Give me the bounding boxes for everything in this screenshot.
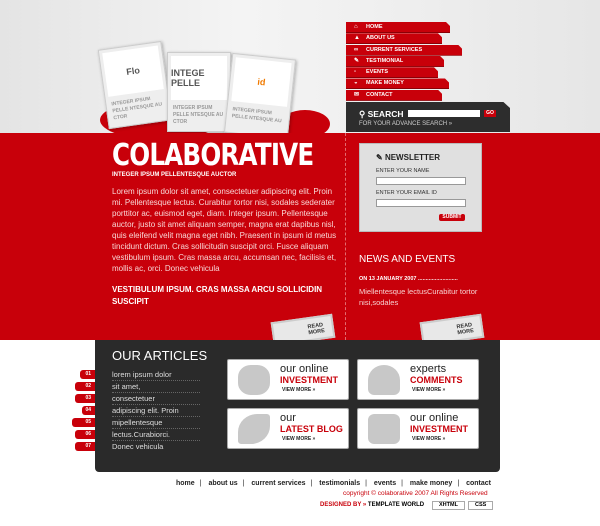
article-link[interactable]: sit amet, (112, 381, 200, 393)
feather-icon (238, 414, 270, 444)
gold-bars-icon (368, 414, 400, 444)
view-more-link[interactable]: VIEW MORE » (412, 436, 445, 442)
coins-icon: ◒ (354, 80, 358, 87)
view-more-link[interactable]: VIEW MORE » (282, 387, 315, 393)
main-nav: ⌂ HOME ▲ ABOUT US ∞ CURRENT SERVICES ✎ TESTI… (346, 22, 462, 101)
nav-make-money[interactable]: ◒ MAKE MONEY (346, 78, 449, 89)
name-label: ENTER YOUR NAME (376, 168, 430, 174)
article-link[interactable]: lectus.Curabiorci. (112, 429, 200, 441)
pencil-icon: ✎ (354, 57, 360, 64)
article-number: 03 (75, 394, 95, 403)
designed-by: DESIGNED BY » TEMPLATE WORLD (320, 502, 425, 508)
footer-link-home[interactable]: home (176, 480, 195, 487)
xhtml-badge[interactable]: XHTML (432, 501, 465, 510)
footer-link-about[interactable]: about us (208, 480, 237, 487)
article-number: 05 (72, 418, 95, 427)
article-number: 04 (82, 406, 95, 415)
email-label: ENTER YOUR EMAIL ID (376, 190, 437, 196)
header-card: id INTEGER IPSUM PELLE NTESQUE AU (223, 52, 297, 140)
header-card: INTEGE PELLE INTEGER IPSUM PELLE NTESQUE … (167, 52, 231, 132)
nav-events[interactable]: ▫ EVENTS (346, 67, 438, 78)
nav-about-us[interactable]: ▲ ABOUT US (346, 33, 442, 44)
copyright: copyright © colaborative 2007 All Rights… (343, 490, 488, 497)
footer-link-testimonials[interactable]: testimonials (319, 480, 360, 487)
footer-nav: home | about us | current services | testim… (176, 480, 491, 487)
article-link[interactable]: lorem ipsum dolor (112, 369, 200, 381)
newsletter-title: ✎ NEWSLETTER (376, 153, 441, 162)
article-number: 07 (75, 442, 95, 451)
article-link[interactable]: mipellentesque (112, 417, 200, 429)
piggy-bank-icon (238, 365, 270, 395)
footer-link-services[interactable]: current services (251, 480, 305, 487)
view-more-link[interactable]: VIEW MORE » (412, 387, 445, 393)
article-number: 02 (75, 382, 95, 391)
footer-link-events[interactable]: events (374, 480, 396, 487)
article-number: 06 (75, 430, 95, 439)
calendar-icon: ▫ (354, 69, 357, 76)
article-link[interactable]: Donec vehicula (112, 441, 200, 453)
news-date: ON 13 JANUARY 2007 .....................… (359, 276, 458, 282)
user-icon (368, 365, 400, 395)
intro-text: Lorem ipsum dolor sit amet, consectetuer… (112, 187, 337, 273)
view-more-link[interactable]: VIEW MORE » (282, 436, 315, 442)
promo-investment-2[interactable]: our online INVESTMENT VIEW MORE » (357, 408, 479, 449)
css-badge[interactable]: CSS (468, 501, 494, 510)
header-card: Flo INTEGER IPSUM PELLE NTESQUE AU CTOR (97, 40, 173, 130)
mail-icon: ✉ (354, 91, 360, 98)
pencil-icon: ✎ (376, 153, 385, 162)
promo-investment[interactable]: our online INVESTMENT VIEW MORE » (227, 359, 349, 400)
footer-link-money[interactable]: make money (410, 480, 452, 487)
search-input[interactable] (408, 110, 480, 117)
promo-blog[interactable]: our LATEST BLOG VIEW MORE » (227, 408, 349, 449)
footer-link-contact[interactable]: contact (466, 480, 491, 487)
nav-current-services[interactable]: ∞ CURRENT SERVICES (346, 45, 462, 56)
link-icon: ∞ (354, 46, 359, 53)
submit-button[interactable]: SUBMIT (439, 214, 465, 221)
page-title: COLABORATIVE (112, 138, 314, 173)
articles-title: OUR ARTICLES (112, 348, 208, 363)
search-label: ⚲ SEARCH (359, 109, 404, 119)
nav-contact[interactable]: ✉ CONTACT (346, 90, 442, 101)
search-go-button[interactable]: GO (484, 110, 496, 117)
newsletter-box: ✎ NEWSLETTER ENTER YOUR NAME ENTER YOUR … (359, 143, 482, 232)
news-title: NEWS AND EVENTS (359, 254, 456, 265)
advanced-search-link[interactable]: FOR YOUR ADVANCE SEARCH » (359, 121, 452, 127)
name-input[interactable] (376, 177, 466, 185)
nav-home[interactable]: ⌂ HOME (346, 22, 450, 33)
highlight-text: VESTIBULUM IPSUM. CRAS MASSA ARCU SOLLIC… (112, 285, 323, 306)
article-link[interactable]: adipiscing elit. Proin (112, 405, 200, 417)
divider (345, 133, 346, 340)
page-subtitle: INTEGER IPSUM PELLENTESQUE AUCTOR (112, 172, 237, 178)
nav-testimonial[interactable]: ✎ TESTIMONIAL (346, 56, 444, 67)
news-text: Miellentesque lectusCurabitur tortor nis… (359, 287, 478, 307)
article-number: 01 (80, 370, 95, 379)
search-box: ⚲ SEARCH GO FOR YOUR ADVANCE SEARCH » (346, 102, 510, 132)
person-icon: ▲ (354, 35, 360, 42)
search-icon: ⚲ (359, 109, 368, 119)
home-icon: ⌂ (354, 24, 358, 30)
promo-comments[interactable]: experts COMMENTS VIEW MORE » (357, 359, 479, 400)
email-input[interactable] (376, 199, 466, 207)
designer-link[interactable]: TEMPLATE WORLD (368, 502, 424, 508)
article-link[interactable]: consectetuer (112, 393, 200, 405)
